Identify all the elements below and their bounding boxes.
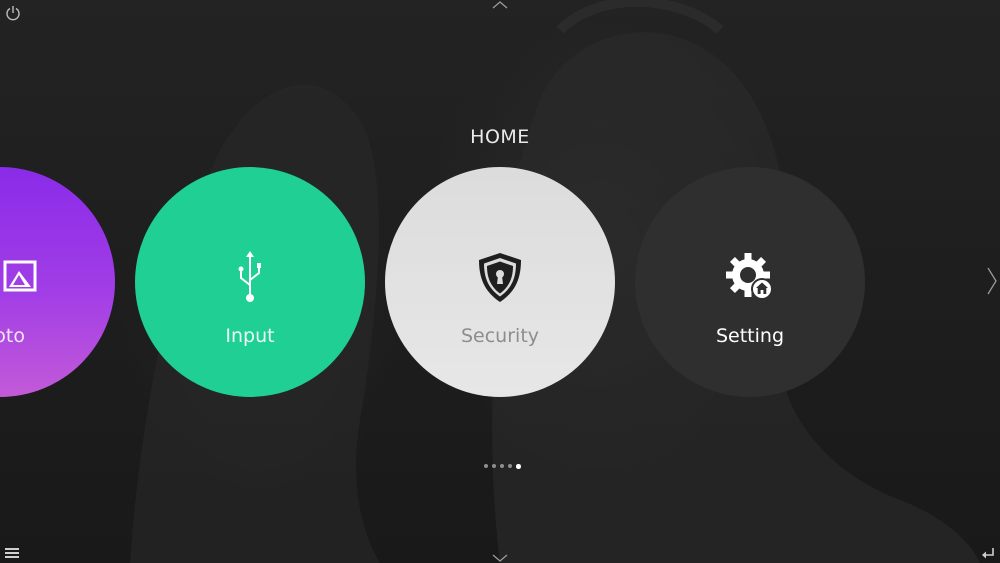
- gear-home-icon: [726, 253, 773, 300]
- power-icon[interactable]: [5, 5, 21, 21]
- chevron-up-icon[interactable]: [490, 0, 510, 10]
- page-dot[interactable]: [484, 464, 488, 468]
- tile-label-setting: Setting: [715, 325, 785, 347]
- shield-lock-icon: [479, 253, 521, 302]
- tile-setting[interactable]: Setting: [635, 167, 865, 397]
- home-screen: HOME oto Input Security Setting: [0, 0, 1000, 563]
- tile-security[interactable]: Security: [385, 167, 615, 397]
- pagination-dots: [484, 464, 521, 470]
- tile-label-input: Input: [225, 325, 275, 347]
- back-icon[interactable]: [981, 546, 995, 560]
- page-dot[interactable]: [500, 464, 504, 468]
- usb-icon: [238, 251, 261, 302]
- photo-icon: [3, 260, 37, 292]
- page-dot[interactable]: [492, 464, 496, 468]
- page-dot[interactable]: [508, 464, 512, 468]
- chevron-right-icon[interactable]: [986, 266, 998, 296]
- menu-icon[interactable]: [5, 547, 19, 559]
- tile-label-photo: oto: [0, 325, 25, 347]
- tile-label-security: Security: [460, 325, 540, 347]
- page-title: HOME: [470, 126, 530, 148]
- page-dot-active[interactable]: [516, 464, 521, 469]
- chevron-down-icon[interactable]: [490, 553, 510, 563]
- tile-input[interactable]: Input: [135, 167, 365, 397]
